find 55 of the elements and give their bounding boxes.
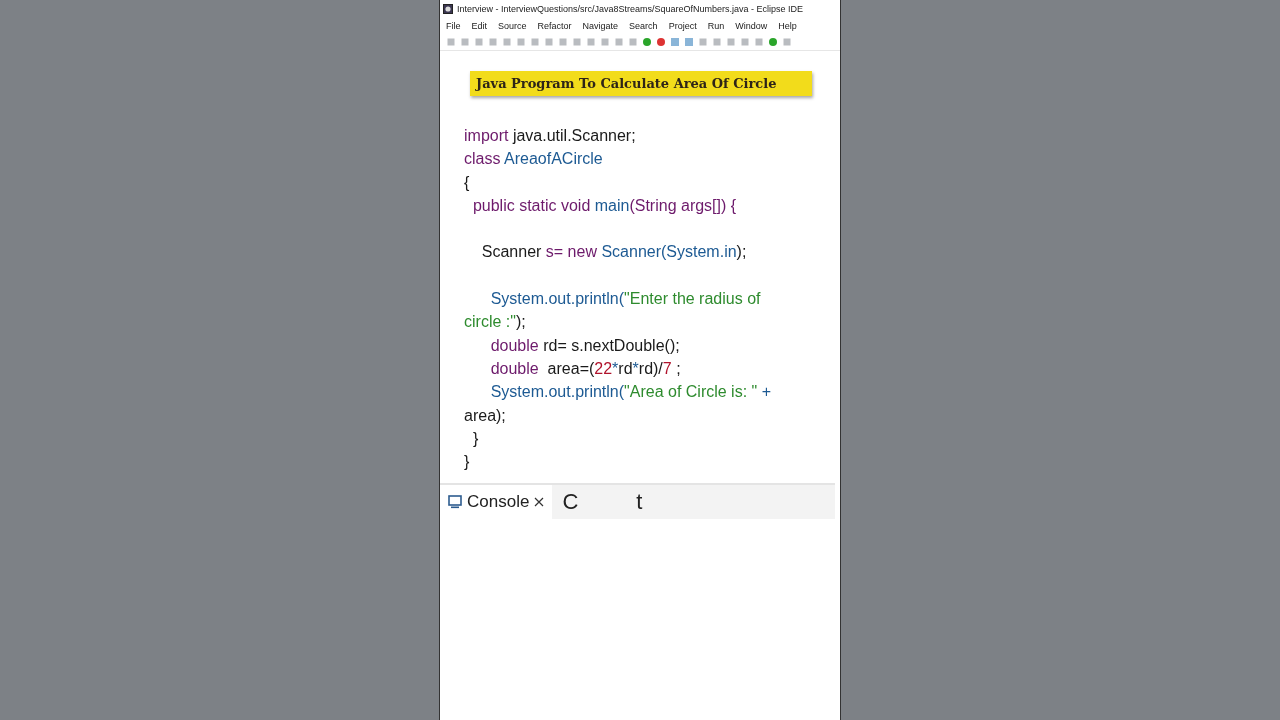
toolbar-icon[interactable] (544, 36, 554, 47)
toolbar-icon[interactable] (628, 36, 638, 47)
code-line: double rd= s.nextDouble(); (489, 336, 680, 354)
monitor-icon (448, 495, 462, 509)
menu-item[interactable]: Run (707, 20, 725, 31)
toolbar-icon[interactable] (488, 36, 498, 47)
toolbar-icon[interactable] (670, 36, 680, 47)
code-line: double area=(22*rd*rd)/7 ; (489, 359, 681, 377)
toolbar-icon[interactable] (460, 36, 470, 47)
menu-item[interactable]: Source (498, 20, 527, 31)
code-line: class AreaofACircle (464, 150, 603, 168)
toolbar-icon[interactable] (712, 36, 722, 47)
toolbar-icon[interactable] (600, 36, 610, 47)
toolbar-icon[interactable] (642, 36, 652, 47)
code-line: System.out.println("Enter the radius of (489, 290, 761, 308)
toolbar-icon[interactable] (754, 36, 764, 47)
menu-item[interactable]: Help (778, 20, 797, 31)
menu-item[interactable]: Window (735, 20, 768, 31)
toolbar-icon[interactable] (558, 36, 568, 47)
code-line: area); (464, 406, 506, 424)
toolbar-icon[interactable] (782, 36, 792, 47)
menu-item[interactable]: Project (668, 20, 697, 31)
menu-item[interactable]: Navigate (582, 20, 619, 31)
toolbar-icon[interactable] (656, 36, 666, 47)
toolbar-icon[interactable] (768, 36, 778, 47)
code-line: System.out.println("Area of Circle is: " + (489, 383, 772, 401)
toolbar-icon[interactable] (446, 36, 456, 47)
app-icon (443, 4, 453, 14)
toolbar-icon[interactable] (474, 36, 484, 47)
code-line: } (471, 429, 479, 447)
tab-label-fragment: t (636, 489, 643, 515)
toolbar-icon[interactable] (572, 36, 582, 47)
code-line: circle :"); (464, 313, 526, 331)
menu-item[interactable]: File (446, 20, 461, 31)
menu-item[interactable]: Edit (471, 20, 488, 31)
toolbar-icon[interactable] (614, 36, 624, 47)
toolbar-icon[interactable] (586, 36, 596, 47)
code-line: public static void main(String args[]) { (471, 196, 737, 214)
toolbar-icon[interactable] (726, 36, 736, 47)
toolbar-icon[interactable] (502, 36, 512, 47)
close-icon[interactable] (534, 497, 545, 507)
toolbar-icon[interactable] (684, 36, 694, 47)
code-line: { (464, 173, 470, 191)
toolbar-icon[interactable] (516, 36, 526, 47)
code-line: Scanner s= new Scanner(System.in); (480, 243, 747, 261)
menu-item[interactable]: Refactor (537, 20, 572, 31)
menu-item[interactable]: Search (629, 20, 658, 31)
toolbar-icon[interactable] (698, 36, 708, 47)
title-banner: Java Program To Calculate Area Of Circle (470, 71, 812, 96)
window-title: Interview - InterviewQuestions/src/Java8Streams/SquareOfNumbers.java - Eclipse IDE (457, 4, 804, 14)
toolbar-icon[interactable] (740, 36, 750, 47)
toolbar-icon[interactable] (530, 36, 540, 47)
code-line: import java.util.Scanner; (464, 127, 636, 144)
code-line: } (464, 453, 470, 471)
console-tab[interactable]: Console (440, 485, 553, 519)
